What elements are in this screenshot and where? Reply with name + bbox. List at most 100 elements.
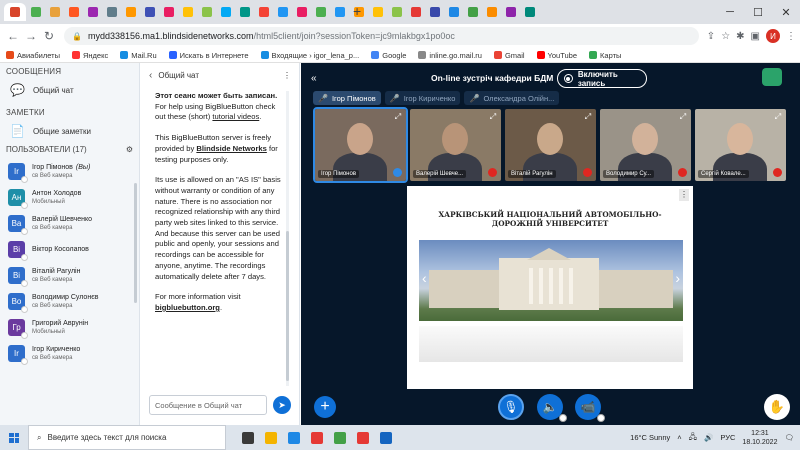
video-tile[interactable]: ⤢ Віталій Рагулін bbox=[505, 109, 596, 181]
taskbar-app[interactable] bbox=[351, 425, 374, 450]
video-tile[interactable]: ⤢ Ігор Пімонов bbox=[313, 107, 408, 183]
browser-tab[interactable] bbox=[463, 3, 482, 21]
profile-avatar[interactable]: И bbox=[766, 29, 780, 43]
user-list-scrollbar[interactable] bbox=[134, 183, 137, 303]
browser-tab[interactable] bbox=[520, 3, 539, 21]
blindside-link[interactable]: Blindside Networks bbox=[196, 144, 266, 153]
shared-notes-item[interactable]: 📄 Общие заметки bbox=[0, 121, 139, 141]
start-button[interactable] bbox=[0, 425, 28, 450]
bookmark-item[interactable]: Карты bbox=[589, 51, 621, 60]
extensions-icon[interactable]: ✱ bbox=[736, 31, 744, 42]
chat-message-input[interactable]: Сообщение в Общий чат bbox=[149, 395, 267, 415]
browser-tab[interactable] bbox=[140, 3, 159, 21]
bookmark-item[interactable]: inline.go.mail.ru bbox=[418, 51, 482, 60]
browser-tab[interactable] bbox=[64, 3, 83, 21]
user-list-item[interactable]: Ва Валерій Шевченко св Веб камера bbox=[0, 210, 139, 236]
video-name-label[interactable]: Сергій Ковале... bbox=[698, 170, 749, 178]
close-window-icon[interactable]: ✕ bbox=[772, 6, 800, 19]
taskbar-app[interactable] bbox=[374, 425, 397, 450]
bookmark-star-icon[interactable]: ☆ bbox=[721, 31, 730, 42]
user-list-item[interactable]: Ві Віталій Рагулін св Веб камера bbox=[0, 262, 139, 288]
notifications-icon[interactable]: 🗨 bbox=[784, 433, 794, 442]
browser-tab[interactable] bbox=[121, 3, 140, 21]
taskbar-app[interactable] bbox=[259, 425, 282, 450]
browser-tab[interactable] bbox=[45, 3, 64, 21]
video-tile[interactable]: ⤢ Володимир Су... bbox=[600, 109, 691, 181]
url-field[interactable]: 🔒 mydd338156.ma1.blindsidenetworks.com/h… bbox=[64, 27, 699, 45]
fullscreen-icon[interactable]: ⤢ bbox=[583, 112, 593, 122]
bookmark-item[interactable]: Gmail bbox=[493, 51, 525, 60]
browser-tab[interactable] bbox=[102, 3, 121, 21]
webcam-button[interactable]: 📹 bbox=[575, 394, 605, 422]
user-list-item[interactable]: Ан Антон Холодов Мобильный bbox=[0, 184, 139, 210]
bookmark-item[interactable]: Яндекс bbox=[71, 51, 108, 60]
fullscreen-icon[interactable]: ⤢ bbox=[773, 112, 783, 122]
browser-tab[interactable] bbox=[273, 3, 292, 21]
bbb-link[interactable]: bigbluebutton.org bbox=[155, 303, 220, 312]
browser-tab[interactable] bbox=[216, 3, 235, 21]
maximize-icon[interactable]: ☐ bbox=[744, 6, 772, 19]
clock[interactable]: 12:31 18.10.2022 bbox=[742, 429, 777, 447]
weather[interactable]: 16°C Sunny bbox=[630, 433, 670, 442]
browser-tab[interactable] bbox=[235, 3, 254, 21]
browser-tab[interactable] bbox=[254, 3, 273, 21]
bookmark-item[interactable]: Google bbox=[371, 51, 406, 60]
back-icon[interactable]: ← bbox=[4, 29, 22, 43]
browser-tab[interactable] bbox=[425, 3, 444, 21]
fullscreen-icon[interactable]: ⤢ bbox=[488, 112, 498, 122]
send-button[interactable]: ➤ bbox=[273, 396, 291, 414]
talking-indicator[interactable]: 🎤 Ігор Кириченко bbox=[384, 91, 461, 105]
browser-tab[interactable] bbox=[368, 3, 387, 21]
user-list-item[interactable]: Во Володимир Сулонєв св Веб камера bbox=[0, 288, 139, 314]
mute-button[interactable]: 🎙 bbox=[498, 394, 524, 420]
record-button[interactable]: Включить запись bbox=[557, 69, 647, 88]
minimize-icon[interactable]: ─ bbox=[716, 6, 744, 18]
user-list-item[interactable]: Ir Ігор Кириченко св Веб камера bbox=[0, 340, 139, 366]
video-name-label[interactable]: Віталій Рагулін bbox=[508, 170, 556, 178]
bookmark-item[interactable]: Mail.Ru bbox=[120, 51, 157, 60]
bookmark-item[interactable]: Входящие › igor_lena_p... bbox=[260, 51, 359, 60]
browser-tab[interactable] bbox=[83, 3, 102, 21]
browser-tab[interactable] bbox=[444, 3, 463, 21]
tutorial-link[interactable]: tutorial videos bbox=[212, 112, 259, 121]
chat-options-icon[interactable]: ⋮ bbox=[283, 71, 291, 80]
browser-tab[interactable] bbox=[501, 3, 520, 21]
browser-tab[interactable] bbox=[406, 3, 425, 21]
browser-menu-icon[interactable]: ⋮ bbox=[786, 31, 796, 42]
talking-indicator[interactable]: 🎤 Ігор Пімонов bbox=[313, 91, 381, 105]
chat-scrollbar[interactable] bbox=[286, 91, 289, 386]
actions-button[interactable]: + bbox=[314, 396, 336, 418]
gear-icon[interactable]: ⚙ bbox=[126, 145, 133, 154]
raise-hand-button[interactable]: ✋ bbox=[764, 394, 790, 420]
fullscreen-icon[interactable]: ⤢ bbox=[678, 112, 688, 122]
browser-tab[interactable] bbox=[197, 3, 216, 21]
language-indicator[interactable]: РУС bbox=[720, 433, 735, 442]
bookmark-item[interactable]: Искать в Интернете bbox=[168, 51, 249, 60]
taskbar-app[interactable] bbox=[328, 425, 351, 450]
user-list-item[interactable]: Ir Ігор Пімонов (Вы) св Веб камера bbox=[0, 158, 139, 184]
volume-icon[interactable]: 🔊 bbox=[704, 433, 713, 442]
network-icon[interactable]: 🖧 bbox=[689, 431, 697, 444]
browser-tab[interactable] bbox=[330, 3, 349, 21]
toggle-panel-icon[interactable]: « bbox=[311, 73, 317, 84]
browser-tab[interactable] bbox=[178, 3, 197, 21]
taskbar-app[interactable] bbox=[236, 425, 259, 450]
talking-indicator[interactable]: 🎤 Олександра Олійн... bbox=[464, 91, 560, 105]
browser-tab[interactable] bbox=[26, 3, 45, 21]
share-icon[interactable]: ⇪ bbox=[707, 31, 715, 42]
audio-button[interactable]: 🔈 bbox=[537, 394, 567, 422]
public-chat-item[interactable]: 💬 Общий чат bbox=[0, 80, 139, 100]
browser-tab[interactable] bbox=[292, 3, 311, 21]
video-tile[interactable]: ⤢ Валерій Шевче... bbox=[410, 109, 501, 181]
video-name-label[interactable]: Валерій Шевче... bbox=[413, 170, 467, 178]
connection-status-icon[interactable] bbox=[762, 68, 782, 86]
bookmark-item[interactable]: YouTube bbox=[536, 51, 577, 60]
user-list-item[interactable]: Гр Григорий Аврунін Мобильный bbox=[0, 314, 139, 340]
video-name-label[interactable]: Володимир Су... bbox=[603, 170, 655, 178]
tray-chevron-icon[interactable]: ˄ bbox=[677, 433, 681, 442]
presentation-options-icon[interactable]: ⋮ bbox=[679, 189, 689, 201]
browser-tab[interactable] bbox=[159, 3, 178, 21]
reload-icon[interactable]: ↻ bbox=[40, 29, 58, 43]
taskbar-app[interactable] bbox=[282, 425, 305, 450]
browser-tab[interactable] bbox=[482, 3, 501, 21]
